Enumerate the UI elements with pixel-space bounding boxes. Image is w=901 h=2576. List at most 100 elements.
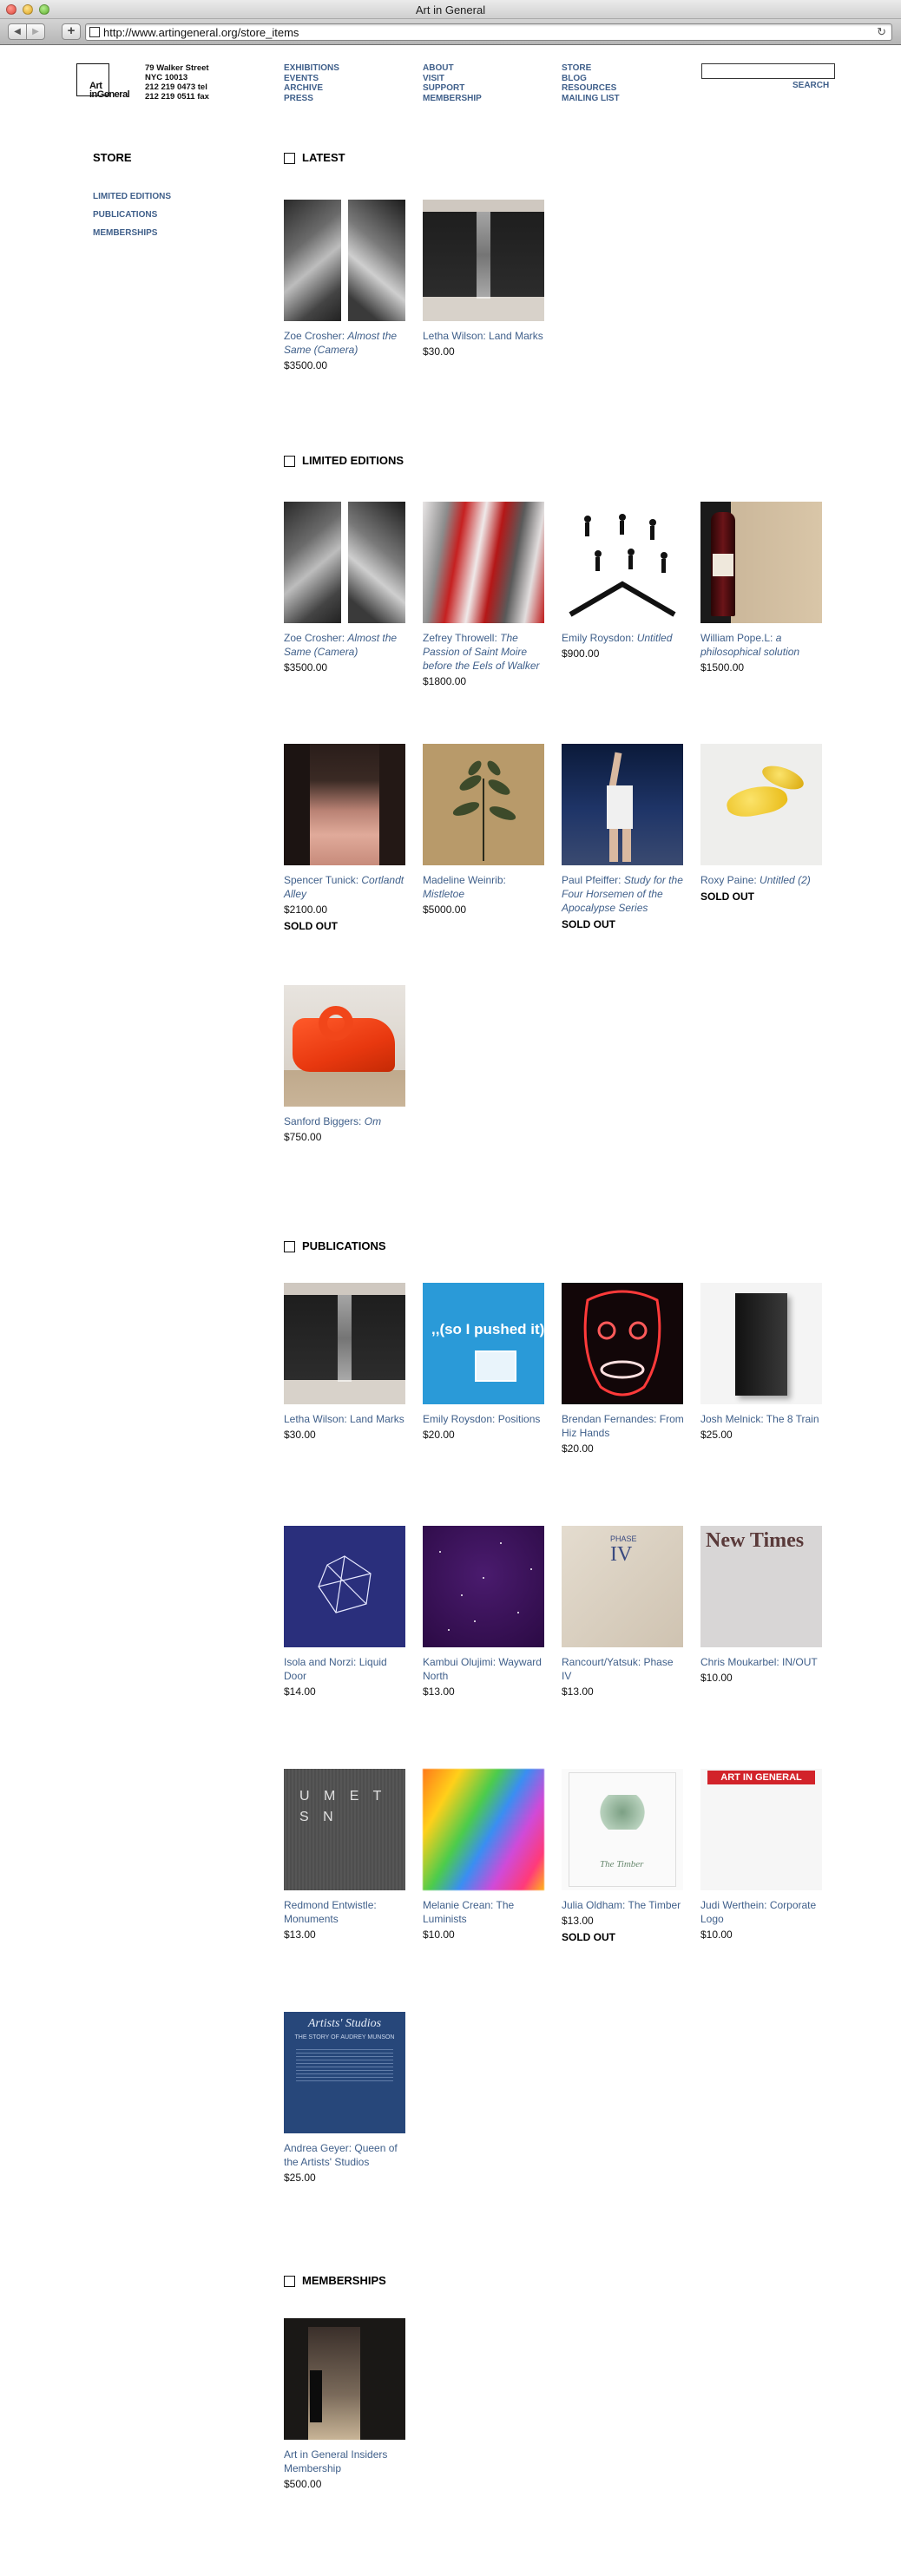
item-work-title[interactable]: Om [365, 1115, 381, 1127]
thumb-aig-logo[interactable]: ART IN GENERAL [700, 1769, 822, 1890]
thumb-figures[interactable] [562, 502, 683, 623]
thumb-photo-diptych[interactable] [284, 502, 405, 623]
thumb-book-dark[interactable] [284, 1283, 405, 1404]
item-artist[interactable]: Sanford Biggers: [284, 1115, 361, 1127]
nav-resources[interactable]: RESOURCES [562, 83, 620, 94]
item-caption[interactable]: Melanie Crean: The Luminists $10.00 [423, 1898, 546, 1942]
nav-store[interactable]: STORE [562, 63, 620, 74]
nav-membership[interactable]: MEMBERSHIP [423, 94, 482, 104]
item-artist[interactable]: Zoe Crosher: [284, 632, 345, 644]
thumb-monuments[interactable]: U M E T S N [284, 1769, 405, 1890]
thumb-red-sculpture[interactable] [284, 985, 405, 1107]
item-caption[interactable]: Zoe Crosher: Almost the Same (Camera) $3… [284, 631, 407, 674]
item-artist[interactable]: Andrea Geyer: Queen of the Artists' Stud… [284, 2142, 398, 2168]
thumb-neon-face[interactable] [562, 1283, 683, 1404]
sidebar-link-limited-editions[interactable]: LIMITED EDITIONS [93, 192, 171, 201]
nav-blog[interactable]: BLOG [562, 74, 620, 84]
forward-button[interactable]: ▶ [26, 23, 45, 40]
item-artist[interactable]: Art in General Insiders Membership [284, 2448, 387, 2474]
thumb-mistletoe[interactable] [423, 744, 544, 865]
item-caption[interactable]: Spencer Tunick: Cortlandt Alley $2100.00… [284, 873, 407, 933]
sidebar-link-publications[interactable]: PUBLICATIONS [93, 210, 157, 220]
sidebar-link-memberships[interactable]: MEMBERSHIPS [93, 228, 157, 238]
item-caption[interactable]: Letha Wilson: Land Marks $30.00 [423, 329, 546, 358]
item-artist[interactable]: Judi Werthein: Corporate Logo [700, 1899, 816, 1925]
nav-events[interactable]: EVENTS [284, 74, 339, 84]
thumb-colors[interactable] [423, 1769, 544, 1890]
item-artist[interactable]: Letha Wilson: Land Marks [284, 1413, 404, 1425]
item-work-title[interactable]: Untitled (2) [760, 874, 811, 886]
item-caption[interactable]: Josh Melnick: The 8 Train $25.00 [700, 1412, 824, 1442]
thumb-phase-iv[interactable]: PHASE IV [562, 1526, 683, 1647]
thumb-navy-polyhedron[interactable] [284, 1526, 405, 1647]
item-artist[interactable]: Madeline Weinrib: [423, 874, 506, 886]
nav-about[interactable]: ABOUT [423, 63, 482, 74]
thumb-wine-bottle[interactable] [700, 502, 822, 623]
item-caption[interactable]: Emily Roysdon: Untitled $900.00 [562, 631, 685, 660]
url-text[interactable]: http://www.artingeneral.org/store_items [103, 26, 299, 39]
nav-visit[interactable]: VISIT [423, 74, 482, 84]
item-artist[interactable]: Josh Melnick: The 8 Train [700, 1413, 819, 1425]
thumb-purple-stars[interactable] [423, 1526, 544, 1647]
item-artist[interactable]: Paul Pfeiffer: [562, 874, 621, 886]
item-work-title[interactable]: Untitled [637, 632, 673, 644]
item-caption[interactable]: Redmond Entwistle: Monuments $13.00 [284, 1898, 407, 1942]
thumb-black-book[interactable] [700, 1283, 822, 1404]
nav-exhibitions[interactable]: EXHIBITIONS [284, 63, 339, 74]
thumb-timber[interactable]: The Timber [562, 1769, 683, 1890]
back-button[interactable]: ◀ [8, 23, 27, 40]
thumb-book-dark[interactable] [423, 200, 544, 321]
reload-icon[interactable]: ↻ [877, 25, 886, 39]
thumb-basketball[interactable] [562, 744, 683, 865]
site-logo[interactable]: Art inGeneral [76, 63, 130, 100]
item-artist[interactable]: Zoe Crosher: [284, 330, 345, 342]
item-artist[interactable]: Rancourt/Yatsuk: Phase IV [562, 1656, 674, 1682]
item-caption[interactable]: William Pope.L: a philosophical solution… [700, 631, 824, 674]
thumb-doorway[interactable] [284, 2318, 405, 2440]
item-caption[interactable]: Julia Oldham: The Timber $13.00 SOLD OUT [562, 1898, 685, 1944]
item-caption[interactable]: Zoe Crosher: Almost the Same (Camera) $3… [284, 329, 407, 372]
address-bar[interactable]: http://www.artingeneral.org/store_items … [85, 23, 892, 41]
item-artist[interactable]: Spencer Tunick: [284, 874, 358, 886]
item-caption[interactable]: Isola and Norzi: Liquid Door $14.00 [284, 1655, 407, 1699]
item-caption[interactable]: Letha Wilson: Land Marks $30.00 [284, 1412, 407, 1442]
thumb-blue-book[interactable]: ,,(so I pushed it) [423, 1283, 544, 1404]
item-artist[interactable]: William Pope.L: [700, 632, 773, 644]
search-button[interactable]: SEARCH [792, 81, 829, 90]
item-caption[interactable]: Roxy Paine: Untitled (2) SOLD OUT [700, 873, 824, 904]
item-caption[interactable]: Zefrey Throwell: The Passion of Saint Mo… [423, 631, 546, 688]
nav-support[interactable]: SUPPORT [423, 83, 482, 94]
item-artist[interactable]: Isola and Norzi: Liquid Door [284, 1656, 387, 1682]
item-caption[interactable]: Andrea Geyer: Queen of the Artists' Stud… [284, 2141, 407, 2185]
item-artist[interactable]: Emily Roysdon: Positions [423, 1413, 540, 1425]
search-input[interactable] [701, 63, 835, 79]
item-artist[interactable]: Chris Moukarbel: IN/OUT [700, 1656, 818, 1668]
item-artist[interactable]: Kambui Olujimi: Wayward North [423, 1656, 542, 1682]
item-caption[interactable]: Chris Moukarbel: IN/OUT $10.00 [700, 1655, 824, 1685]
item-artist[interactable]: Brendan Fernandes: From Hiz Hands [562, 1413, 684, 1439]
item-work-title[interactable]: Mistletoe [423, 888, 464, 900]
item-artist[interactable]: Melanie Crean: The Luminists [423, 1899, 514, 1925]
item-caption[interactable]: Kambui Olujimi: Wayward North $13.00 [423, 1655, 546, 1699]
thumb-alley[interactable] [284, 744, 405, 865]
nav-press[interactable]: PRESS [284, 94, 339, 104]
thumb-photo-diptych[interactable] [284, 200, 405, 321]
item-artist[interactable]: Zefrey Throwell: [423, 632, 497, 644]
add-bookmark-button[interactable]: + [62, 23, 81, 40]
item-artist[interactable]: Julia Oldham: The Timber [562, 1899, 681, 1911]
nav-archive[interactable]: ARCHIVE [284, 83, 339, 94]
item-artist[interactable]: Letha Wilson: Land Marks [423, 330, 543, 342]
item-artist[interactable]: Roxy Paine: [700, 874, 757, 886]
thumb-blue-cover[interactable]: Artists' Studios THE STORY OF AUDREY MUN… [284, 2012, 405, 2133]
item-caption[interactable]: Brendan Fernandes: From Hiz Hands $20.00 [562, 1412, 685, 1456]
item-caption[interactable]: Emily Roysdon: Positions $20.00 [423, 1412, 546, 1442]
item-caption[interactable]: Art in General Insiders Membership $500.… [284, 2448, 407, 2491]
item-caption[interactable]: Madeline Weinrib: Mistletoe $5000.00 [423, 873, 546, 917]
item-artist[interactable]: Emily Roysdon: [562, 632, 634, 644]
thumb-red-painting[interactable] [423, 502, 544, 623]
item-caption[interactable]: Paul Pfeiffer: Study for the Four Horsem… [562, 873, 685, 931]
item-caption[interactable]: Sanford Biggers: Om $750.00 [284, 1114, 407, 1144]
nav-mailing-list[interactable]: MAILING LIST [562, 94, 620, 104]
thumb-new-times[interactable]: New Times [700, 1526, 822, 1647]
item-artist[interactable]: Redmond Entwistle: Monuments [284, 1899, 377, 1925]
